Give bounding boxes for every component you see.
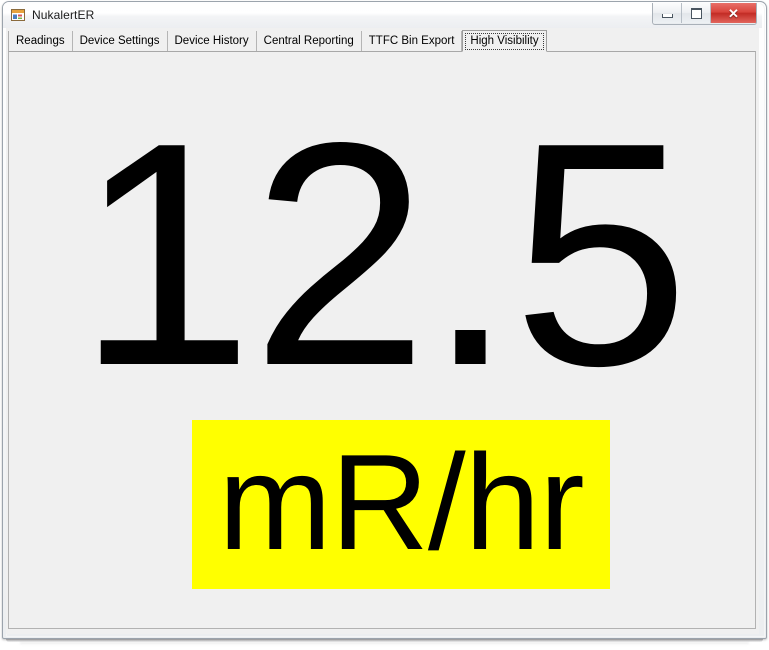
tab-high-visibility[interactable]: High Visibility bbox=[462, 30, 546, 52]
tab-high-visibility-label: High Visibility bbox=[470, 35, 538, 47]
minimize-button[interactable] bbox=[653, 3, 682, 23]
tab-central-reporting-label: Central Reporting bbox=[264, 35, 354, 47]
tab-ttfc-bin-export[interactable]: TTFC Bin Export bbox=[362, 31, 463, 51]
tab-device-history[interactable]: Device History bbox=[168, 31, 257, 51]
radiation-unit-box: mR/hr bbox=[192, 420, 610, 589]
radiation-unit-label: mR/hr bbox=[218, 434, 583, 570]
tab-strip: Readings Device Settings Device History … bbox=[8, 31, 547, 52]
close-icon: ✕ bbox=[728, 7, 739, 20]
close-button[interactable]: ✕ bbox=[711, 3, 756, 23]
application-window: NukalertER ✕ Readings Device Settings bbox=[0, 0, 769, 650]
maximize-button[interactable] bbox=[682, 3, 711, 23]
title-bar[interactable]: NukalertER ✕ bbox=[3, 2, 762, 28]
tab-page-high-visibility: 12.5 mR/hr bbox=[8, 51, 756, 629]
tab-readings[interactable]: Readings bbox=[8, 31, 73, 51]
tab-ttfc-bin-export-label: TTFC Bin Export bbox=[369, 35, 455, 47]
application-form-icon bbox=[10, 7, 26, 23]
tab-device-settings[interactable]: Device Settings bbox=[73, 31, 168, 51]
window-drop-shadow-soft bbox=[20, 642, 749, 644]
window-controls: ✕ bbox=[652, 3, 757, 25]
maximize-icon bbox=[691, 8, 702, 19]
tab-device-history-label: Device History bbox=[175, 35, 249, 47]
radiation-reading-value: 12.5 bbox=[9, 96, 755, 414]
tab-central-reporting[interactable]: Central Reporting bbox=[257, 31, 362, 51]
tab-readings-label: Readings bbox=[16, 35, 65, 47]
window-title: NukalertER bbox=[32, 8, 94, 22]
tab-control: Readings Device Settings Device History … bbox=[8, 31, 756, 629]
minimize-icon bbox=[662, 14, 673, 18]
client-area: Readings Device Settings Device History … bbox=[6, 28, 759, 634]
tab-device-settings-label: Device Settings bbox=[80, 35, 160, 47]
